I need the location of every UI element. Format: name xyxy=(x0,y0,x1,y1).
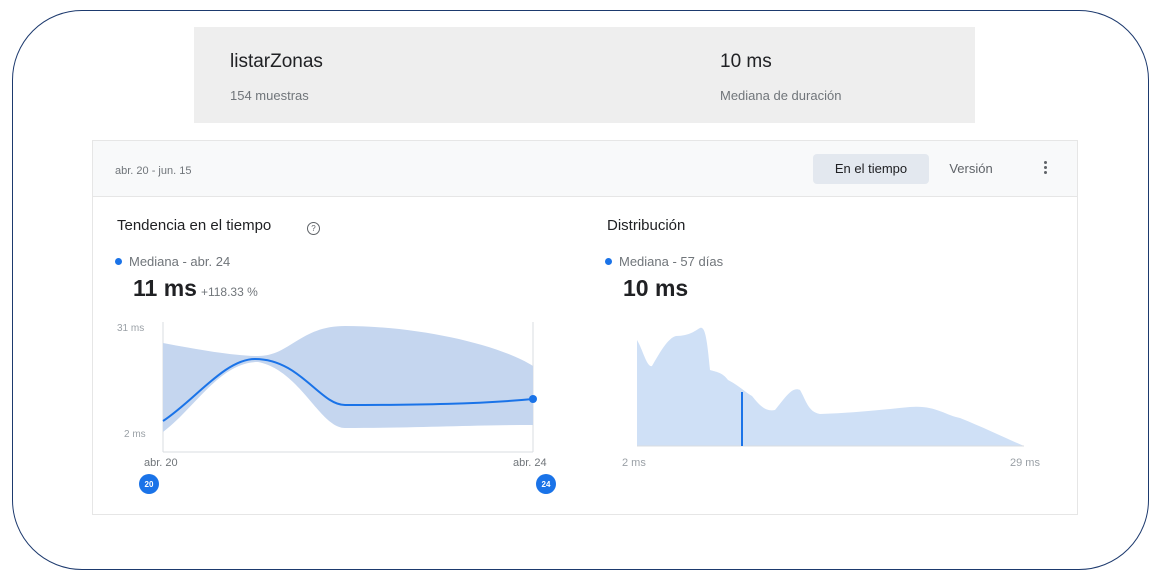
distribution-area xyxy=(637,327,1024,446)
dist-x-tick-end: 29 ms xyxy=(1010,457,1040,469)
distribution-chart: 2 ms 29 ms xyxy=(622,327,1040,469)
dist-x-tick-start: 2 ms xyxy=(622,457,646,469)
